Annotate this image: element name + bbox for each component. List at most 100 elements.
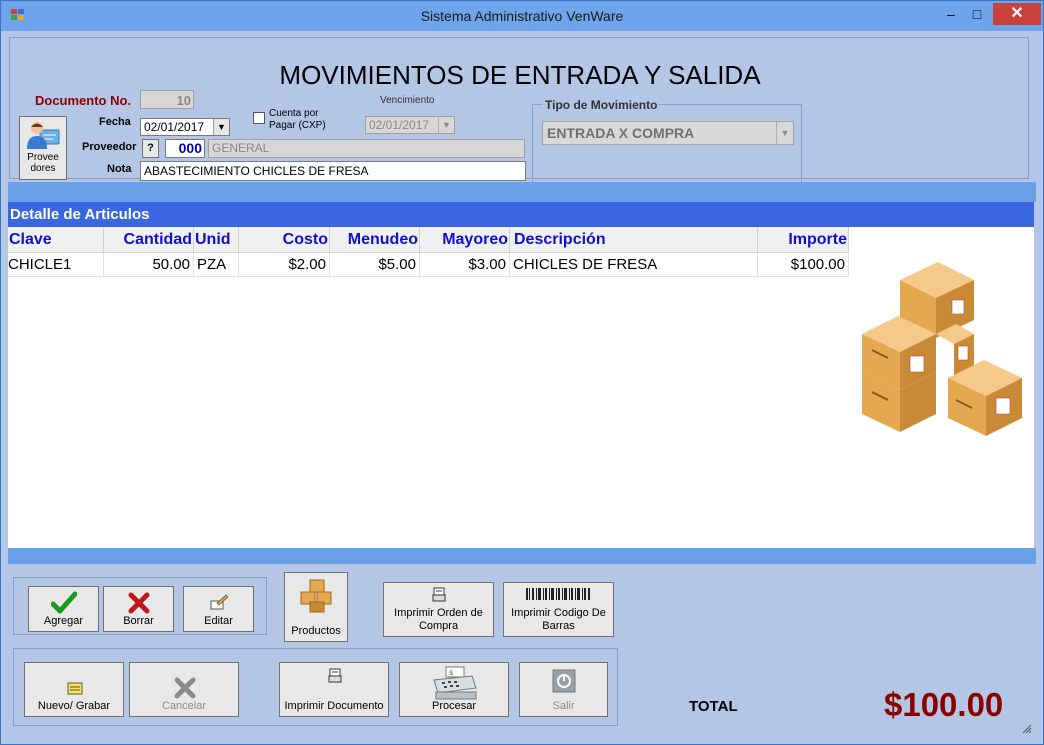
nuevo-grabar-button[interactable]: Nuevo/ Grabar — [24, 662, 124, 717]
column-header-importe[interactable]: Importe — [758, 227, 849, 252]
column-header-clave[interactable]: Clave — [8, 227, 104, 252]
imprimir-orden-line1: Imprimir Orden de — [394, 607, 483, 619]
editar-button[interactable]: Editar — [183, 586, 254, 632]
chevron-down-icon[interactable]: ▼ — [213, 119, 229, 135]
chevron-down-icon: ▼ — [776, 122, 793, 144]
maximize-button[interactable]: □ — [963, 3, 991, 25]
column-header-unid[interactable]: Unid — [194, 227, 239, 252]
svg-text:$: $ — [449, 669, 453, 677]
close-button[interactable]: ✕ — [993, 3, 1041, 25]
header-panel: MOVIMIENTOS DE ENTRADA Y SALIDA Document… — [9, 37, 1029, 184]
separator-band-bottom — [8, 548, 1036, 564]
procesar-button-label: Procesar — [431, 700, 477, 712]
nuevo-grabar-button-label: Nuevo/ Grabar — [37, 700, 111, 712]
documento-field: 10 — [140, 90, 194, 109]
cxp-label: Cuenta por Pagar (CXP) — [269, 108, 326, 132]
total-label: TOTAL — [689, 698, 738, 715]
edit-pencil-icon — [210, 594, 229, 610]
proveedor-name-field: GENERAL — [208, 139, 525, 158]
cell-cantidad: 50.00 — [104, 253, 194, 276]
borrar-button-label: Borrar — [123, 615, 154, 627]
cell-menudeo: $5.00 — [330, 253, 420, 276]
procesar-button[interactable]: $ Procesar — [399, 662, 509, 717]
imprimir-orden-compra-button-label: Imprimir Orden de Compra — [384, 607, 493, 633]
vencimiento-date-picker: 02/01/2017 ▼ — [365, 116, 455, 134]
fecha-value: 02/01/2017 — [144, 120, 205, 134]
checkmark-icon — [51, 591, 77, 614]
proveedor-code-input[interactable]: 000 — [165, 139, 205, 158]
column-header-costo[interactable]: Costo — [239, 227, 330, 252]
new-document-icon — [67, 682, 83, 695]
proveedores-button-label: Provee dores — [27, 152, 59, 174]
table-row[interactable]: CHICLE1 50.00 PZA $2.00 $5.00 $3.00 CHIC… — [8, 253, 849, 277]
productos-button-label: Productos — [291, 625, 341, 637]
boxes-illustration — [862, 262, 1022, 436]
total-value: $100.00 — [884, 686, 1004, 723]
salir-button: Salir — [519, 662, 608, 717]
fecha-date-picker[interactable]: 02/01/2017 ▼ — [140, 118, 230, 136]
imprimir-codigo-barras-button-label: Imprimir Codigo De Barras — [504, 607, 613, 633]
printer-icon — [328, 668, 342, 683]
minimize-button[interactable]: – — [939, 3, 963, 25]
borrar-button[interactable]: Borrar — [103, 586, 174, 632]
column-header-mayoreo[interactable]: Mayoreo — [420, 227, 510, 252]
boxes-icon — [300, 579, 332, 613]
imprimir-documento-button[interactable]: Imprimir Documento — [279, 662, 389, 717]
nota-label: Nota — [107, 163, 132, 175]
editar-button-label: Editar — [204, 615, 233, 627]
vencimiento-label: Vencimiento — [380, 95, 435, 106]
cell-costo: $2.00 — [239, 253, 330, 276]
documento-label: Documento No. — [35, 93, 132, 108]
chevron-down-icon: ▼ — [438, 117, 454, 133]
cell-clave: CHICLE1 — [8, 253, 104, 276]
cxp-label-line1: Cuenta por — [269, 108, 319, 119]
fecha-label: Fecha — [99, 116, 131, 128]
barcode-icon — [526, 588, 590, 600]
client-area: MOVIMIENTOS DE ENTRADA Y SALIDA Document… — [8, 31, 1036, 738]
printer-icon — [432, 587, 446, 602]
vencimiento-value: 02/01/2017 — [369, 118, 430, 132]
imprimir-orden-line2: Compra — [418, 620, 459, 632]
nota-input[interactable]: ABASTECIMIENTO CHICLES DE FRESA — [140, 161, 526, 181]
imprimir-codigo-line2: Barras — [542, 620, 575, 632]
resize-grip-icon[interactable] — [1020, 722, 1032, 734]
cxp-label-line2: Pagar (CXP) — [269, 120, 326, 131]
cancelar-button: Cancelar — [129, 662, 239, 717]
cell-mayoreo: $3.00 — [420, 253, 510, 276]
agregar-button[interactable]: Agregar — [28, 586, 99, 632]
proveedor-search-button[interactable]: ? — [142, 139, 159, 158]
cell-importe: $100.00 — [758, 253, 849, 276]
proveedores-button[interactable]: Provee dores — [19, 116, 67, 180]
imprimir-codigo-barras-button[interactable]: Imprimir Codigo De Barras — [503, 582, 614, 637]
tipo-movimiento-select: ENTRADA X COMPRA ▼ — [542, 121, 794, 145]
cancel-x-icon — [174, 677, 196, 699]
separator-band-top — [8, 182, 1036, 202]
tipo-movimiento-label: Tipo de Movimiento — [543, 98, 660, 112]
proveedor-label: Proveedor — [82, 141, 137, 153]
imprimir-documento-button-label: Imprimir Documento — [284, 700, 384, 712]
cash-register-icon: $ — [433, 666, 477, 700]
window-title: Sistema Administrativo VenWare — [420, 8, 624, 24]
cxp-checkbox[interactable] — [253, 112, 265, 124]
column-header-cantidad[interactable]: Cantidad — [104, 227, 194, 252]
imprimir-codigo-line1: Imprimir Codigo De — [511, 607, 606, 619]
tipo-movimiento-value: ENTRADA X COMPRA — [547, 125, 695, 141]
imprimir-orden-compra-button[interactable]: Imprimir Orden de Compra — [383, 582, 494, 637]
exit-power-icon — [552, 669, 576, 693]
column-header-menudeo[interactable]: Menudeo — [330, 227, 420, 252]
column-header-descripcion[interactable]: Descripción — [510, 227, 758, 252]
articles-grid[interactable]: Clave Cantidad Unid Costo Menudeo Mayore… — [8, 227, 1034, 548]
salir-button-label: Salir — [552, 700, 575, 712]
title-bar: Sistema Administrativo VenWare – □ ✕ — [1, 1, 1043, 31]
cell-unid: PZA — [194, 253, 239, 276]
productos-button[interactable]: Productos — [284, 572, 348, 642]
page-title: MOVIMIENTOS DE ENTRADA Y SALIDA — [279, 60, 761, 90]
agregar-button-label: Agregar — [43, 615, 84, 627]
detail-title: Detalle de Articulos — [8, 202, 1034, 227]
cancelar-button-label: Cancelar — [161, 700, 207, 712]
delete-x-icon — [128, 592, 150, 614]
user-card-icon — [27, 122, 60, 149]
app-window: Sistema Administrativo VenWare – □ ✕ MOV… — [0, 0, 1044, 745]
cell-descripcion: CHICLES DE FRESA — [510, 253, 758, 276]
grid-header: Clave Cantidad Unid Costo Menudeo Mayore… — [8, 227, 849, 253]
